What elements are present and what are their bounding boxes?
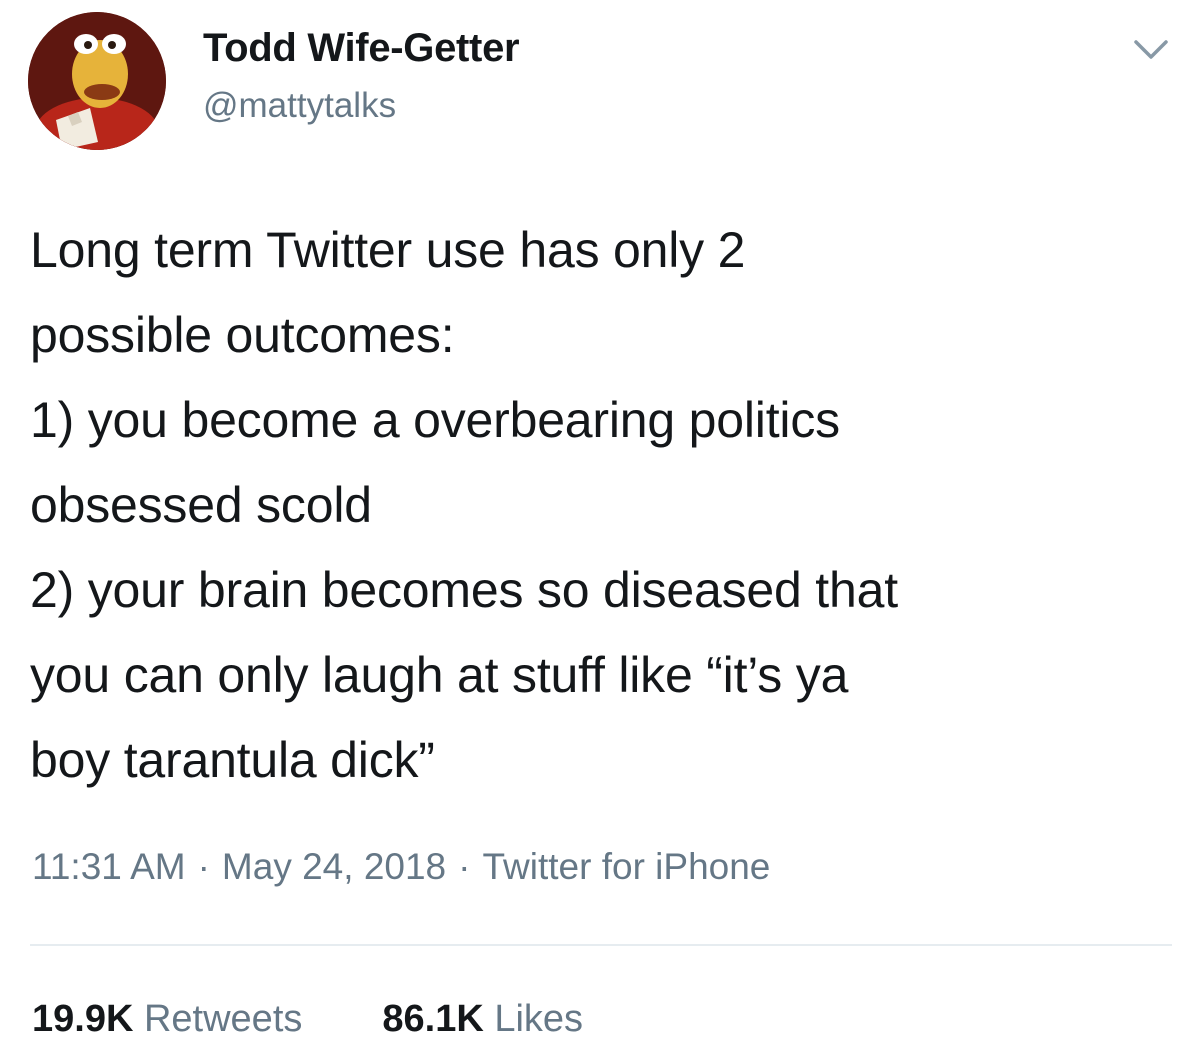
display-name[interactable]: Todd Wife-Getter <box>203 26 520 71</box>
tweet-time[interactable]: 11:31 AM <box>32 846 186 887</box>
meta-separator: · <box>458 846 471 887</box>
tweet-date[interactable]: May 24, 2018 <box>222 846 446 887</box>
meta-separator: · <box>197 846 210 887</box>
likes-label: Likes <box>494 998 584 1040</box>
avatar[interactable] <box>28 12 166 150</box>
retweets-label: Retweets <box>143 998 303 1040</box>
tweet-text: Long term Twitter use has only 2 possibl… <box>30 222 898 788</box>
tweet-stats: 19.9K Retweets 86.1K Likes <box>32 998 583 1041</box>
likes-stat[interactable]: 86.1K Likes <box>382 998 583 1041</box>
user-handle[interactable]: @mattytalks <box>203 86 396 126</box>
likes-count: 86.1K <box>382 998 484 1040</box>
avatar-image <box>28 12 166 150</box>
tweet-metadata: 11:31 AM · May 24, 2018 · Twitter for iPhone <box>32 846 770 888</box>
divider <box>30 944 1172 946</box>
chevron-down-icon[interactable] <box>1128 30 1174 70</box>
retweets-stat[interactable]: 19.9K Retweets <box>32 998 302 1041</box>
retweets-count: 19.9K <box>32 998 134 1040</box>
tweet-source[interactable]: Twitter for iPhone <box>482 846 770 887</box>
